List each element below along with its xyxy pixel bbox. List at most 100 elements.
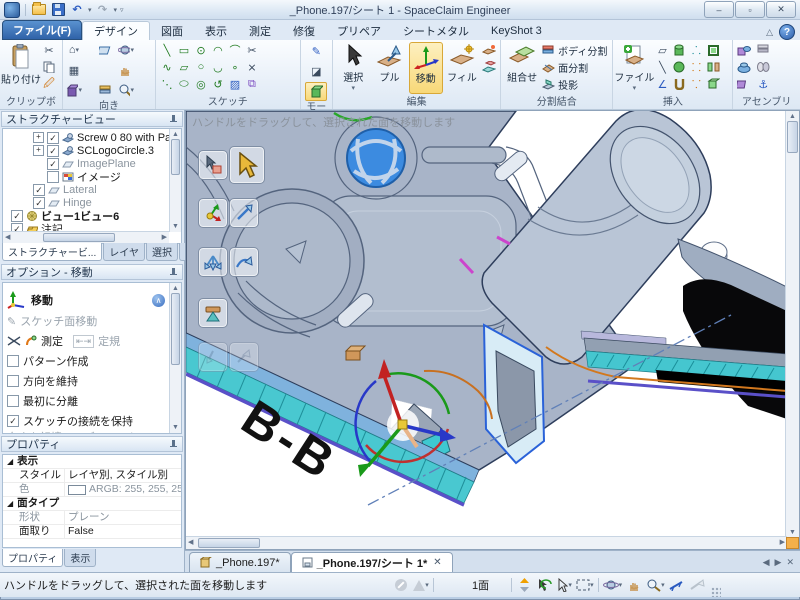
move-tool-button[interactable]: 移動 — [409, 42, 443, 94]
insert-axis-icon[interactable]: ∠ — [654, 76, 670, 92]
sketch-arc-icon[interactable]: ◠ — [210, 42, 226, 58]
redo-caret-icon[interactable]: ▾ — [114, 6, 118, 14]
tab-scroll-right-icon[interactable]: ▶ — [775, 557, 782, 568]
pan-view-icon[interactable] — [626, 577, 642, 593]
option-create-pattern[interactable]: パターン作成 — [3, 351, 169, 371]
tab-keyshot[interactable]: KeyShot 3 — [480, 22, 553, 40]
solid-mode-button[interactable] — [305, 82, 327, 101]
undo-button[interactable]: ↶ — [69, 2, 85, 18]
undo-caret-icon[interactable]: ▾ — [88, 6, 92, 14]
assembly-anchor-icon[interactable]: ⚓ — [755, 76, 771, 92]
checkbox-checked[interactable]: ✓ — [47, 132, 59, 144]
rotate-mini-button[interactable] — [229, 247, 259, 277]
property-section-display[interactable]: ◢表示 — [3, 455, 181, 469]
select-component-mini-button[interactable] — [198, 150, 228, 180]
tab-drawing[interactable]: 図面 — [150, 22, 194, 40]
open-button[interactable] — [31, 2, 47, 18]
checkbox-checked[interactable]: ✓ — [33, 184, 45, 196]
cut-icon[interactable]: ✂ — [41, 42, 57, 58]
sketch-construction-line-icon[interactable]: ⋱ — [159, 76, 175, 92]
plan-view-icon[interactable] — [98, 42, 114, 58]
expand-icon[interactable]: + — [33, 132, 44, 143]
checkbox-unchecked[interactable] — [7, 355, 19, 367]
sketch-face-move-option[interactable]: ✎ スケッチ面移動 — [3, 311, 169, 331]
sketch-mode-button[interactable]: ✎ — [305, 42, 327, 61]
move-direction-mini-button[interactable] — [229, 198, 259, 228]
property-row-color[interactable]: 色 ARGB: 255, 255, 25 — [3, 483, 181, 497]
expand-icon[interactable]: + — [33, 145, 44, 156]
properties-panel-header[interactable]: プロパティ — [1, 436, 183, 452]
tab-file[interactable]: ファイル(F) — [2, 20, 82, 40]
assembly-stack-icon[interactable] — [755, 42, 771, 58]
checkbox-unchecked[interactable] — [7, 395, 19, 407]
structure-panel-header[interactable]: ストラクチャービュー — [1, 111, 183, 127]
viewport-vertical-scrollbar[interactable]: ▲ ▼ — [785, 111, 799, 538]
stop-icon[interactable] — [395, 579, 407, 591]
options-panel-header[interactable]: オプション - 移動 — [1, 264, 183, 280]
sketch-circle-icon[interactable]: ⊙ — [193, 42, 209, 58]
pan-tool-icon[interactable] — [118, 62, 134, 78]
pull-tool-button[interactable]: プル — [372, 42, 406, 94]
assembly-align-icon[interactable] — [736, 42, 752, 58]
tab-list-close-icon[interactable]: ✕ — [786, 557, 794, 568]
insert-pattern-grid-icon[interactable]: ⸪ — [688, 76, 704, 92]
option-detach-first[interactable]: 最初に分離 — [3, 391, 169, 411]
sketch-ref-circle-icon[interactable]: ◎ — [193, 76, 209, 92]
insert-line-icon[interactable]: ╲ — [654, 59, 670, 75]
move-axes-mini-button[interactable] — [198, 198, 228, 228]
option-keep-direction[interactable]: 方向を維持 — [3, 371, 169, 391]
sketch-split-icon[interactable]: ⨯ — [244, 59, 260, 75]
spin-view-icon[interactable]: ▾ — [603, 577, 623, 593]
sketch-sweep-arc-icon[interactable]: ◡ — [210, 59, 226, 75]
minimize-button[interactable]: – — [704, 1, 734, 18]
sketch-ellipse-icon[interactable]: ○ — [193, 59, 209, 75]
select-back-icon[interactable] — [536, 577, 552, 593]
tree-row[interactable]: イメージ — [3, 170, 169, 183]
tree-row[interactable]: +✓ SCLogoCircle.3 — [3, 144, 169, 157]
ribbon-collapse-icon[interactable]: △ — [766, 27, 773, 38]
scrollbar-thumb[interactable] — [43, 233, 115, 242]
tab-selection[interactable]: 選択 — [146, 243, 178, 261]
design-viewport[interactable]: B-B ハンドルをドラッグして、選択された面を移動します — [185, 110, 800, 550]
property-row-shape[interactable]: 形状 プレーン — [3, 511, 181, 525]
replace-face-icon[interactable] — [481, 42, 497, 58]
structure-horizontal-scrollbar[interactable]: ◀ ▶ — [3, 231, 169, 243]
measure-status-icon[interactable] — [669, 577, 685, 593]
redo-button[interactable]: ↷ — [95, 2, 111, 18]
checkbox-checked[interactable]: ✓ — [11, 210, 23, 222]
property-row-style[interactable]: スタイル レイヤ別, スタイル別 — [3, 469, 181, 483]
doc-tab-close-icon[interactable]: ✕ — [433, 557, 441, 568]
select-tool-button[interactable]: 選択 ▾ — [336, 42, 370, 94]
color-swatch[interactable] — [68, 485, 86, 495]
selection-box-icon[interactable]: ▾ — [576, 577, 594, 593]
3d-box-icon[interactable]: ▾ — [66, 82, 82, 98]
checkbox-checked[interactable]: ✓ — [47, 145, 59, 157]
checkbox-unchecked[interactable] — [47, 171, 59, 183]
insert-pattern-circle-icon[interactable]: ⸬ — [688, 59, 704, 75]
tree-row[interactable]: ✓ Lateral — [3, 183, 169, 196]
collapse-chevron-icon[interactable]: ∧ — [152, 294, 165, 307]
measure-link[interactable]: 測定 — [41, 333, 63, 349]
checkbox-checked[interactable]: ✓ — [7, 415, 19, 427]
scrollbar-thumb[interactable] — [171, 293, 180, 365]
select-cursor-mini-button[interactable] — [229, 146, 265, 184]
insert-plane-icon[interactable]: ▱ — [654, 42, 670, 58]
pin-icon[interactable] — [169, 440, 178, 449]
fill-tool-button[interactable]: フィル — [445, 42, 479, 94]
option-keep-sketch-connect[interactable]: ✓スケッチの接続を保持 — [3, 411, 169, 431]
project-button[interactable]: 投影 — [542, 76, 607, 92]
ruler-link[interactable]: 定規 — [98, 333, 120, 349]
fulcrum-mini-button[interactable] — [198, 298, 228, 328]
insert-shell-u-icon[interactable] — [671, 76, 687, 92]
help-button[interactable]: ? — [779, 24, 795, 40]
tab-sheetmetal[interactable]: シートメタル — [392, 22, 480, 40]
options-vertical-scrollbar[interactable]: ▲ ▼ — [169, 283, 181, 433]
app-icon[interactable] — [4, 2, 20, 18]
adjust-face-icon[interactable] — [481, 59, 497, 75]
tab-scroll-left-icon[interactable]: ◀ — [763, 557, 770, 568]
insert-cylinder-icon[interactable] — [671, 42, 687, 58]
doc-tab-sheet[interactable]: _Phone.197/シート 1* ✕ — [291, 552, 453, 572]
tab-layers[interactable]: レイヤ — [103, 243, 145, 261]
combine-button[interactable]: 組合せ — [504, 42, 540, 94]
assembly-center-icon[interactable] — [736, 59, 752, 75]
